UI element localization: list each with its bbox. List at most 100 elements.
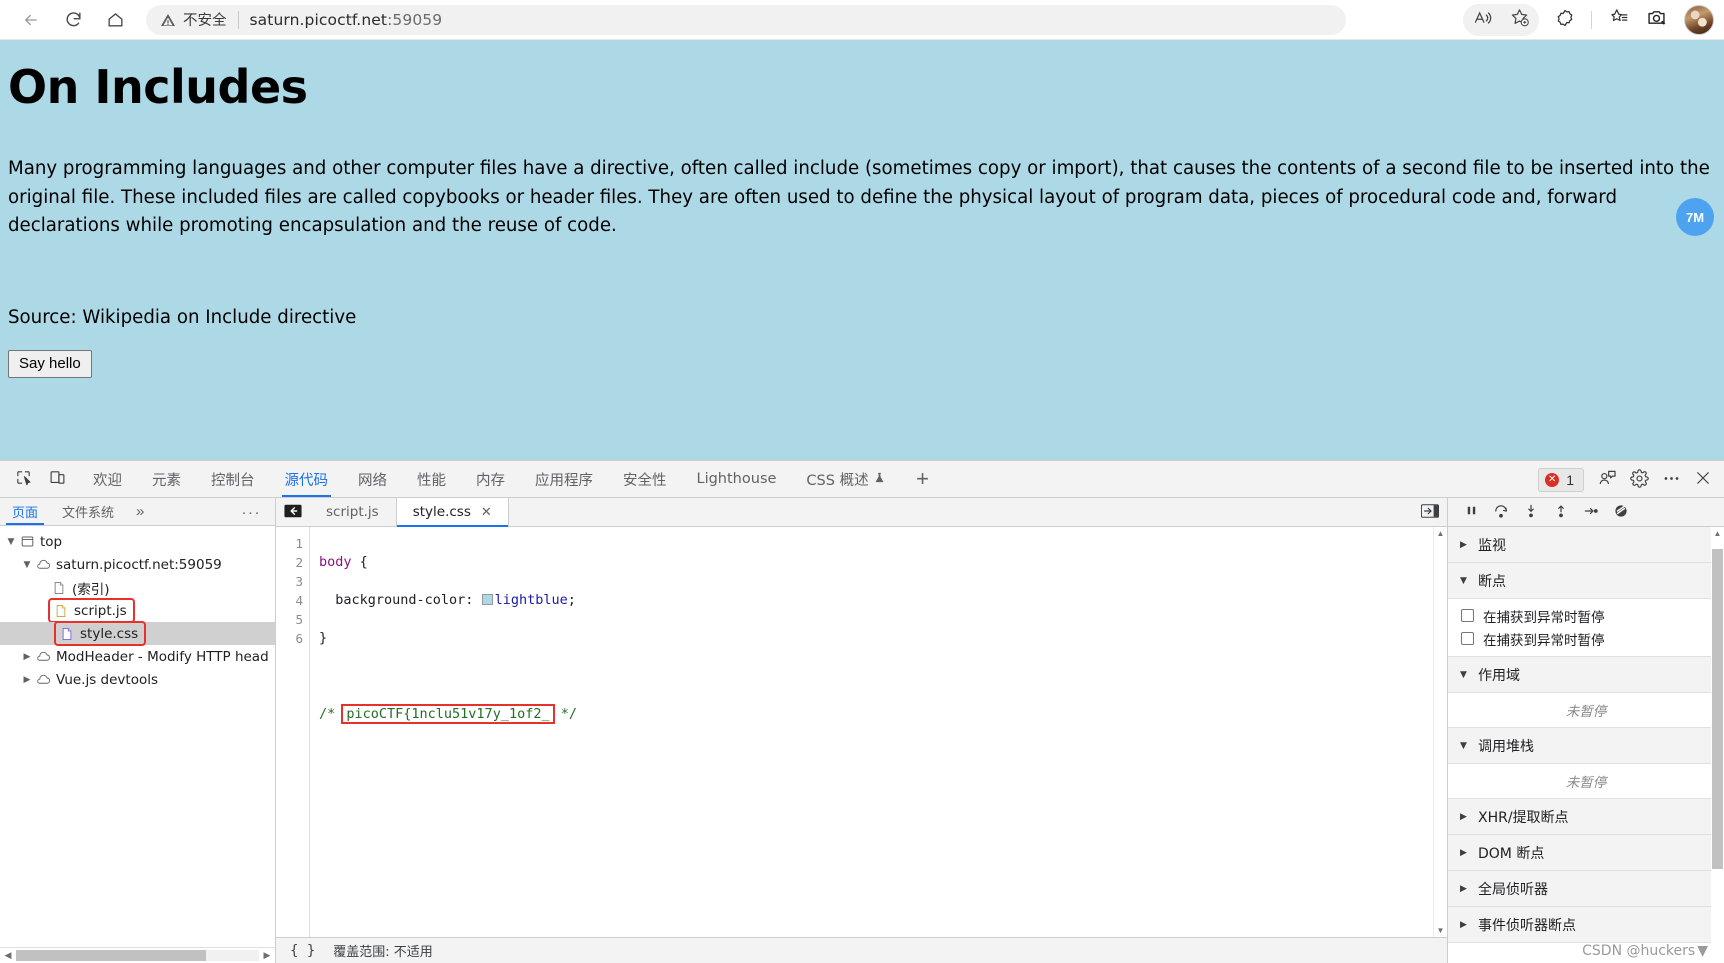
tab-css-overview[interactable]: CSS 概述: [791, 461, 899, 497]
section-dom-breakpoints[interactable]: ▶ DOM 断点: [1448, 835, 1724, 871]
error-count-badge[interactable]: ✕ 1: [1538, 467, 1584, 492]
tab-elements[interactable]: 元素: [137, 461, 196, 497]
scrollbar-thumb[interactable]: [16, 950, 206, 961]
add-to-favorites-button[interactable]: [1501, 4, 1537, 36]
navigator-more-tabs-button[interactable]: »: [126, 498, 154, 525]
devtools-feedback-button[interactable]: [1592, 466, 1622, 494]
section-title: 作用域: [1478, 667, 1520, 684]
tab-console[interactable]: 控制台: [196, 461, 270, 497]
scroll-up-icon[interactable]: ▲: [1711, 529, 1724, 538]
back-button[interactable]: [14, 3, 48, 37]
devtools-close-button[interactable]: [1688, 466, 1718, 494]
tree-row-script-js[interactable]: script.js: [0, 598, 275, 623]
line-number: 6: [295, 631, 303, 646]
browser-essentials-button[interactable]: [1547, 4, 1583, 36]
section-breakpoints[interactable]: ▼ 断点: [1448, 563, 1724, 599]
scroll-up-icon[interactable]: ▲: [1437, 529, 1445, 538]
profile-avatar[interactable]: [1684, 5, 1714, 35]
pause-on-exceptions-row-1[interactable]: 在捕获到异常时暂停: [1448, 604, 1724, 627]
devtools-settings-button[interactable]: [1624, 466, 1654, 494]
section-watch[interactable]: ▶ 监视: [1448, 527, 1724, 563]
scope-empty-message: 未暂停: [1565, 704, 1607, 720]
section-global-listeners[interactable]: ▶ 全局侦听器: [1448, 871, 1724, 907]
chevron-down-icon[interactable]: ▼: [4, 537, 18, 547]
navigator-tab-page[interactable]: 页面: [0, 498, 50, 525]
section-event-listener-breakpoints[interactable]: ▶ 事件侦听器断点: [1448, 907, 1724, 943]
step-out-button[interactable]: [1548, 500, 1574, 524]
close-icon[interactable]: ✕: [481, 505, 492, 520]
checkbox-icon[interactable]: [1461, 609, 1474, 622]
security-indicator[interactable]: 不安全: [160, 9, 227, 30]
tab-label: 元素: [152, 472, 181, 489]
tab-label: 安全性: [623, 472, 667, 489]
debugger-vertical-scrollbar[interactable]: ▲: [1711, 527, 1724, 963]
tab-lighthouse[interactable]: Lighthouse: [682, 461, 792, 497]
navigator-horizontal-scrollbar[interactable]: ◀ ▶: [0, 947, 275, 963]
scroll-left-icon[interactable]: ◀: [0, 950, 16, 961]
say-hello-button[interactable]: Say hello: [8, 350, 92, 379]
chevron-right-icon: ▶: [1460, 811, 1467, 822]
cloud-icon: [34, 673, 52, 686]
deactivate-breakpoints-button[interactable]: [1608, 500, 1634, 524]
source-editor-pane: script.js style.css ✕ 1 2 3 4 5 6 body {…: [276, 498, 1448, 963]
tree-row-top[interactable]: ▼ top: [0, 530, 275, 553]
scrollbar-track[interactable]: [16, 950, 259, 961]
editor-tab-style-css[interactable]: style.css ✕: [395, 498, 509, 527]
chevron-right-icon[interactable]: ▶: [20, 675, 34, 685]
tree-row-origin[interactable]: ▼ saturn.picoctf.net:59059: [0, 553, 275, 576]
read-aloud-button[interactable]: [1465, 4, 1501, 36]
error-count: 1: [1566, 471, 1574, 488]
tab-welcome[interactable]: 欢迎: [78, 461, 137, 497]
tree-row-style-css[interactable]: style.css: [0, 621, 275, 646]
scrollbar-thumb[interactable]: [1712, 549, 1723, 869]
code-content[interactable]: body { background-color: lightblue; } /*…: [310, 527, 1447, 937]
tab-performance[interactable]: 性能: [402, 461, 461, 497]
color-swatch-icon[interactable]: [481, 594, 493, 605]
jump-to-source-button[interactable]: [276, 498, 310, 526]
show-navigator-button[interactable]: [1417, 503, 1443, 523]
line-number-gutter: 1 2 3 4 5 6: [276, 527, 310, 937]
section-scope[interactable]: ▼ 作用域: [1448, 657, 1724, 693]
floating-badge[interactable]: 7M: [1676, 198, 1714, 236]
navigator-menu-button[interactable]: ···: [234, 498, 270, 526]
pause-resume-button[interactable]: [1458, 500, 1484, 524]
favorites-list-button[interactable]: [1600, 4, 1636, 36]
section-title: 监视: [1478, 537, 1506, 554]
section-call-stack[interactable]: ▼ 调用堆栈: [1448, 728, 1724, 764]
editor-vertical-scrollbar[interactable]: ▲ ▼: [1433, 527, 1447, 937]
inspect-element-button[interactable]: [8, 465, 38, 493]
tab-network[interactable]: 网络: [343, 461, 402, 497]
editor-tab-script-js[interactable]: script.js: [310, 498, 396, 526]
checkbox-icon[interactable]: [1461, 632, 1474, 645]
chevron-down-icon[interactable]: ▼: [20, 560, 34, 570]
pretty-print-button[interactable]: { }: [290, 943, 315, 959]
scroll-right-icon[interactable]: ▶: [259, 950, 275, 961]
device-toolbar-button[interactable]: [42, 465, 72, 493]
chevron-right-icon[interactable]: ▶: [20, 652, 34, 662]
scroll-down-icon[interactable]: ▼: [1437, 926, 1445, 935]
line-number: 4: [295, 593, 303, 608]
checkbox-label: 在捕获到异常时暂停: [1483, 609, 1605, 626]
screenshot-button[interactable]: [1638, 4, 1674, 36]
home-button[interactable]: [98, 3, 132, 37]
step-into-button[interactable]: [1518, 500, 1544, 524]
tab-security[interactable]: 安全性: [608, 461, 682, 497]
read-aloud-group: [1463, 4, 1539, 36]
tree-row-index[interactable]: (索引): [0, 576, 275, 599]
tree-label: (索引): [72, 581, 110, 598]
step-over-button[interactable]: [1488, 500, 1514, 524]
add-panel-button[interactable]: +: [908, 465, 938, 493]
devtools-more-button[interactable]: [1656, 466, 1686, 494]
tab-application[interactable]: 应用程序: [520, 461, 608, 497]
tab-sources[interactable]: 源代码: [270, 461, 344, 497]
tab-memory[interactable]: 内存: [461, 461, 520, 497]
pause-on-exceptions-row-2[interactable]: 在捕获到异常时暂停: [1448, 627, 1724, 650]
tree-row-vue-devtools[interactable]: ▶ Vue.js devtools: [0, 668, 275, 691]
reload-button[interactable]: [56, 3, 90, 37]
navigator-tab-filesystem[interactable]: 文件系统: [50, 498, 126, 525]
code-editor[interactable]: 1 2 3 4 5 6 body { background-color: lig…: [276, 527, 1447, 937]
step-button[interactable]: [1578, 500, 1604, 524]
address-bar[interactable]: 不安全 saturn.picoctf.net:59059: [146, 4, 1346, 35]
tree-row-modheader[interactable]: ▶ ModHeader - Modify HTTP head: [0, 645, 275, 668]
section-xhr-breakpoints[interactable]: ▶ XHR/提取断点: [1448, 799, 1724, 835]
